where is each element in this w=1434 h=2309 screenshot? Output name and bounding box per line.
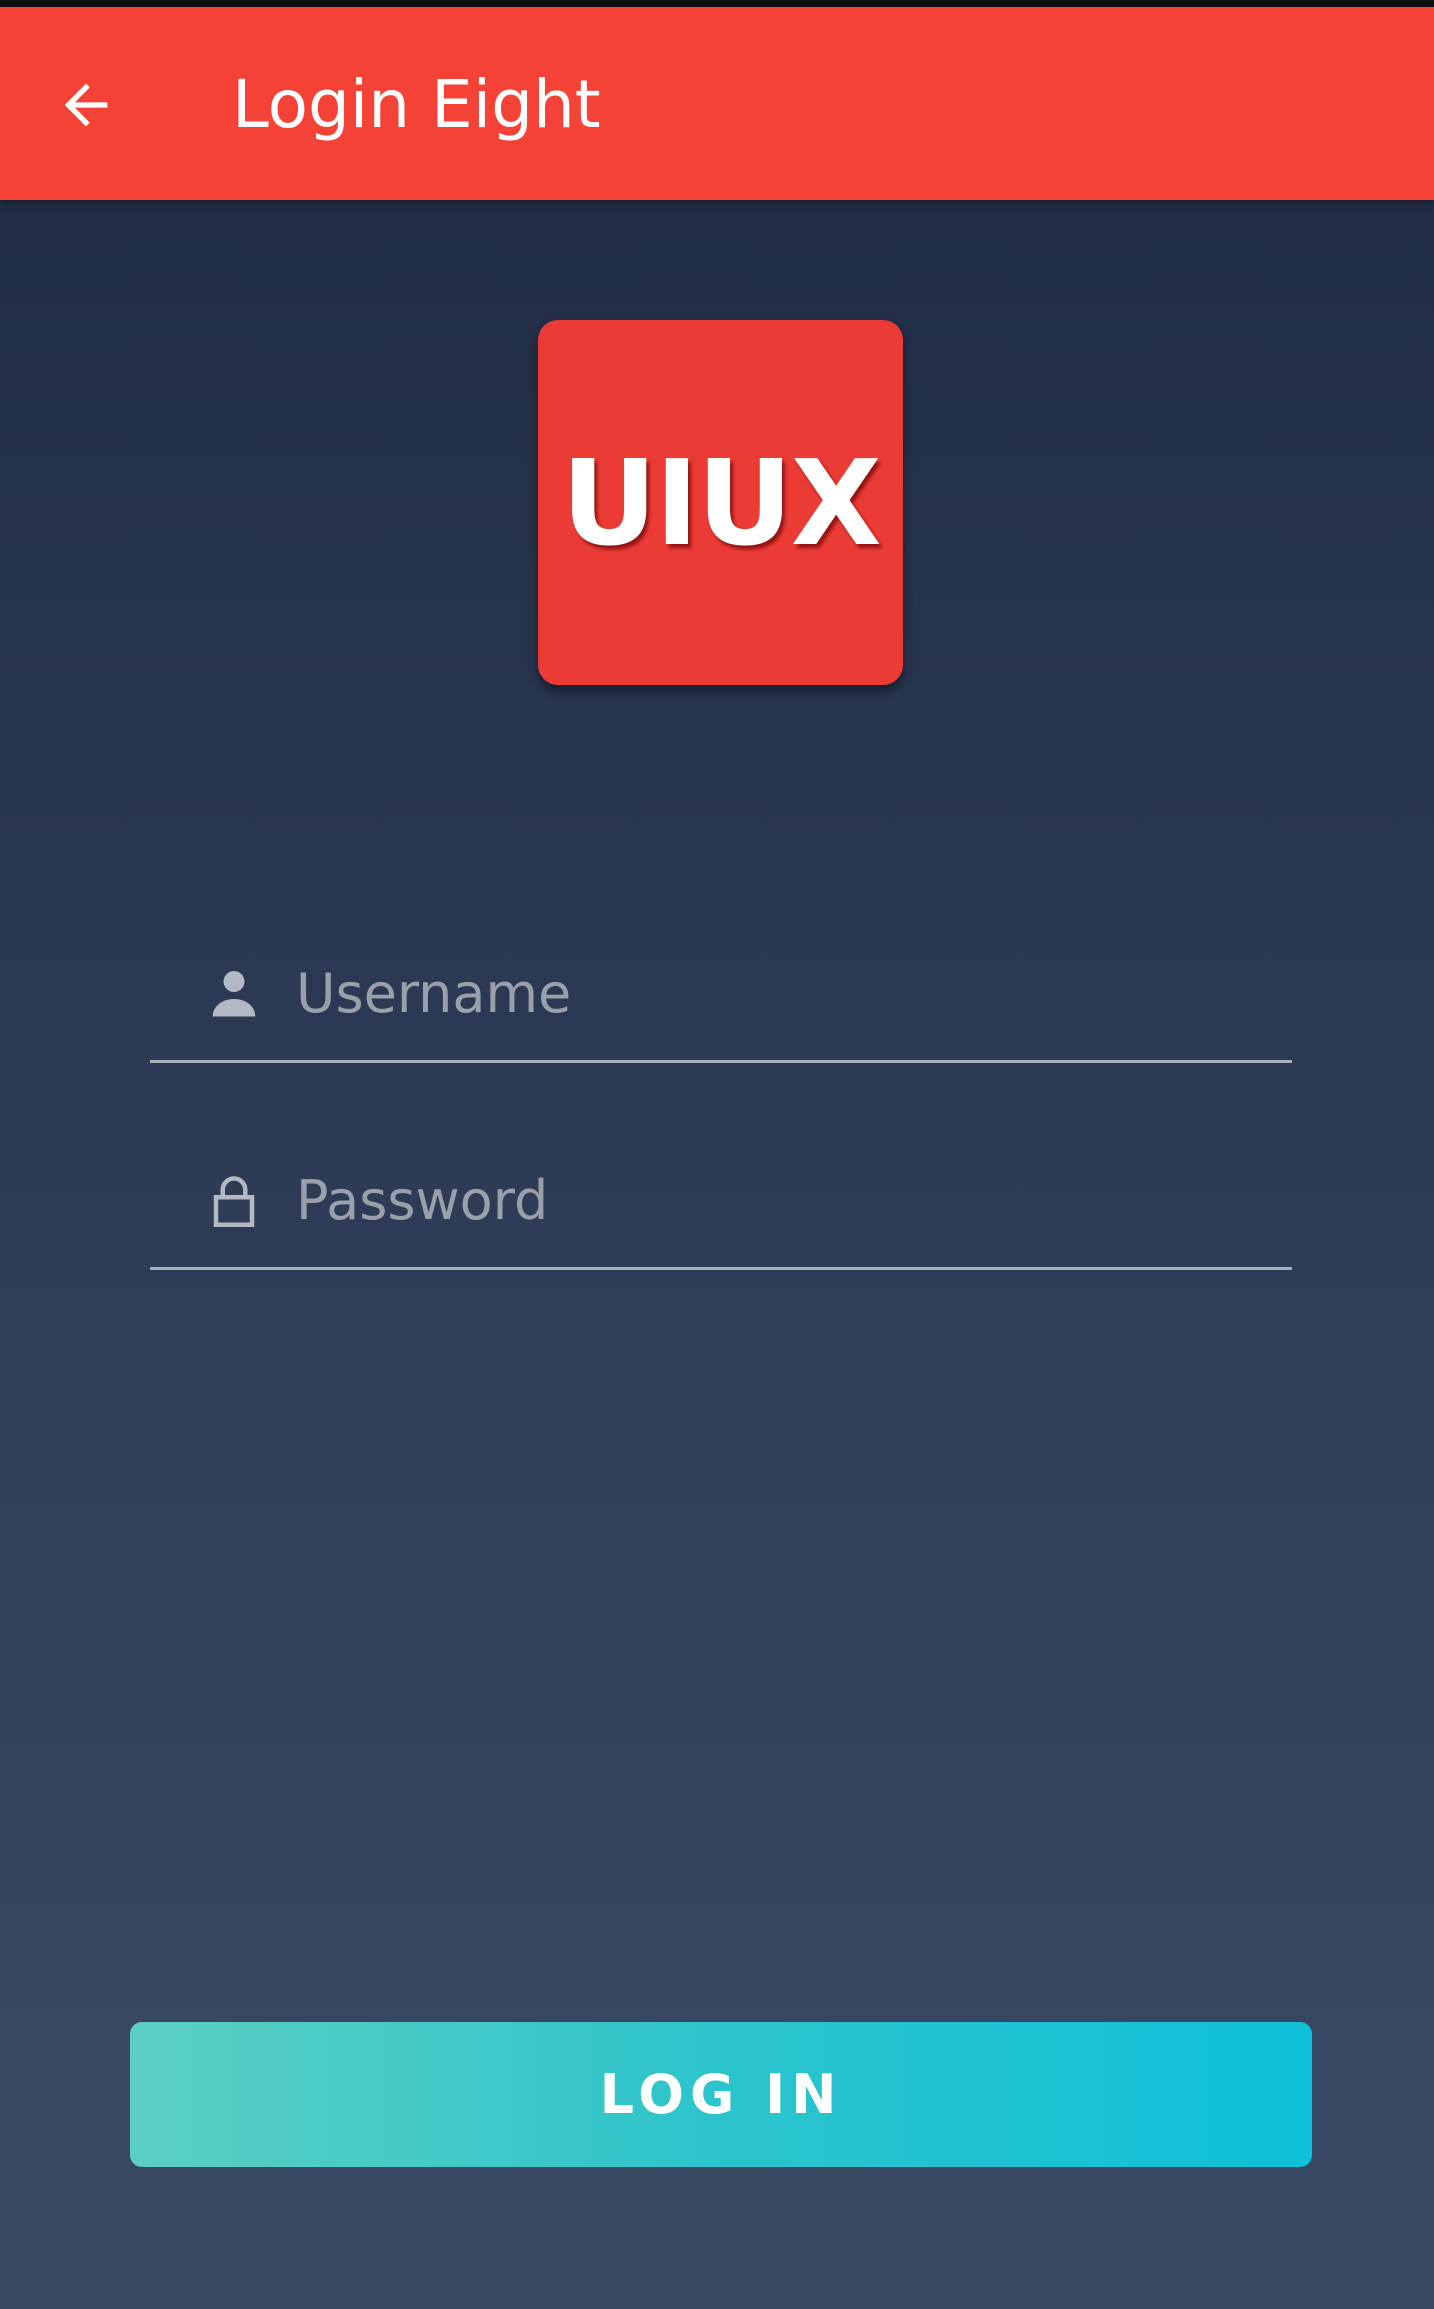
back-button[interactable]	[38, 57, 134, 153]
uiux-logo: UIUX	[538, 320, 903, 685]
password-input[interactable]	[296, 1157, 1256, 1243]
username-input[interactable]	[296, 950, 1256, 1036]
username-field	[150, 930, 1292, 1063]
page-title: Login Eight	[232, 66, 601, 143]
app-bar: Login Eight	[0, 7, 1434, 200]
logo-text: UIUX	[561, 433, 882, 572]
status-bar	[0, 0, 1434, 7]
login-button[interactable]: LOG IN	[130, 2022, 1312, 2167]
person-icon	[202, 962, 266, 1026]
lock-icon	[202, 1169, 266, 1233]
arrow-back-icon	[64, 83, 108, 127]
password-field	[150, 1137, 1292, 1270]
